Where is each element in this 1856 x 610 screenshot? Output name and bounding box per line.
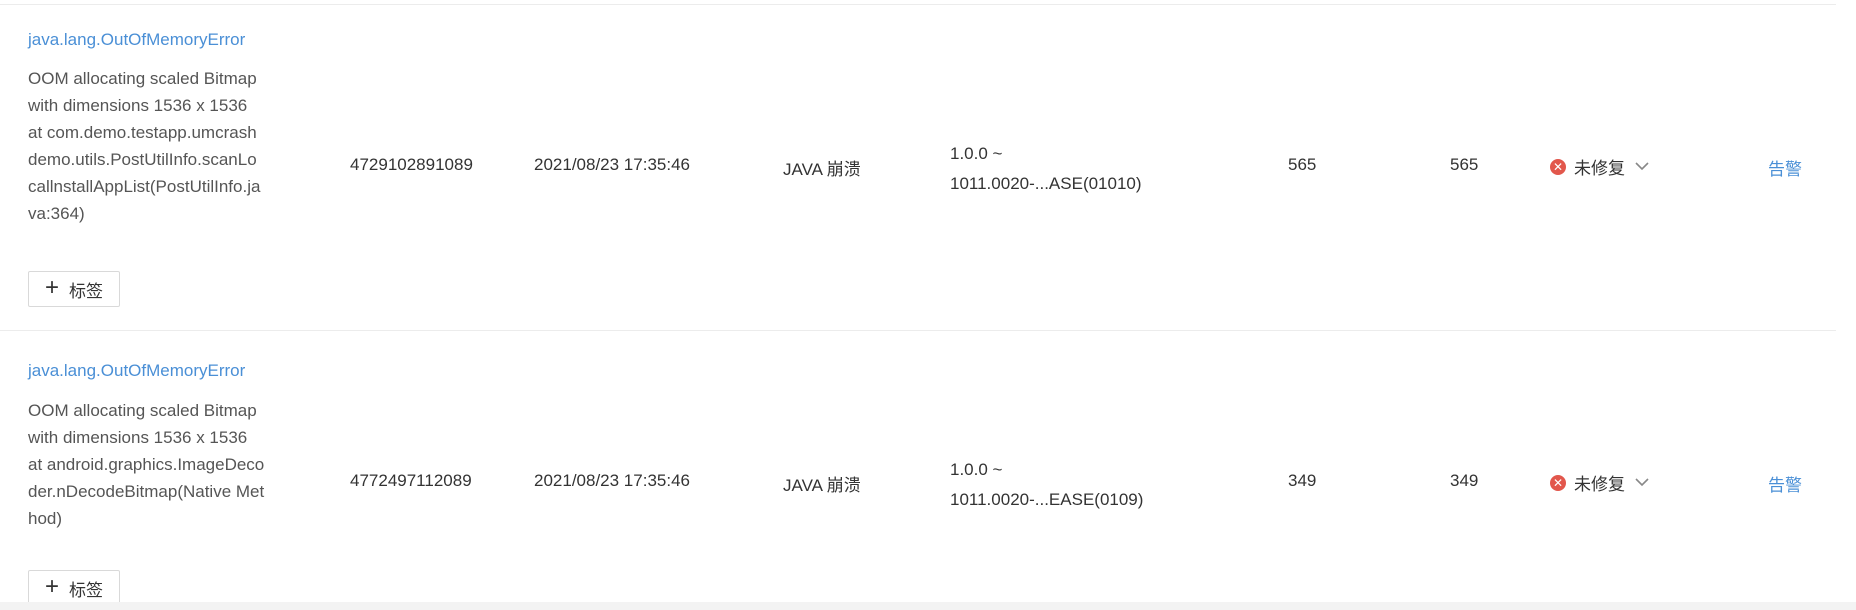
status-label: 未修复 — [1574, 159, 1625, 178]
plus-icon: + — [44, 573, 59, 600]
error-type-link[interactable]: java.lang.OutOfMemoryError — [28, 361, 245, 381]
error-message: OOM allocating scaled Bitmap with dimens… — [28, 401, 265, 528]
crash-type: JAVA 崩溃 — [783, 476, 861, 495]
plus-icon: + — [44, 274, 59, 301]
error-type-link[interactable]: java.lang.OutOfMemoryError — [28, 30, 245, 50]
alert-link[interactable]: 告警 — [1768, 155, 1802, 180]
status-label: 未修复 — [1574, 475, 1625, 494]
affected-users-count: 349 — [1450, 471, 1479, 490]
tag-button-label: 标签 — [69, 281, 103, 301]
add-tag-button[interactable]: + 标签 — [28, 570, 120, 606]
error-message: OOM allocating scaled Bitmap with dimens… — [28, 69, 261, 223]
affected-users-count: 565 — [1450, 155, 1479, 174]
issue-id: 4729102891089 — [350, 155, 473, 174]
tag-button-label: 标签 — [69, 580, 103, 600]
occurrence-count: 565 — [1288, 155, 1317, 174]
chevron-down-icon — [1633, 158, 1651, 176]
add-tag-button[interactable]: + 标签 — [28, 271, 120, 307]
crash-type: JAVA 崩溃 — [783, 160, 861, 179]
close-circle-icon: ✕ — [1550, 158, 1566, 175]
alert-link[interactable]: 告警 — [1768, 471, 1802, 496]
table-row: java.lang.OutOfMemoryError OOM allocatin… — [0, 5, 1836, 331]
issue-id: 4772497112089 — [350, 471, 472, 490]
table-row: java.lang.OutOfMemoryError OOM allocatin… — [0, 331, 1836, 610]
version-range: 1.0.0 ~ 1011.0020-...EASE(0109) — [950, 460, 1144, 509]
occurrence-count: 349 — [1288, 471, 1317, 490]
occurred-time: 2021/08/23 17:35:46 — [534, 155, 690, 174]
occurred-time: 2021/08/23 17:35:46 — [534, 471, 690, 490]
status-dropdown[interactable]: ✕ 未修复 — [1550, 470, 1651, 495]
version-range: 1.0.0 ~ 1011.0020-...ASE(01010) — [950, 144, 1142, 193]
status-dropdown[interactable]: ✕ 未修复 — [1550, 154, 1651, 179]
next-row-peek — [0, 602, 1856, 610]
close-circle-icon: ✕ — [1550, 474, 1566, 491]
chevron-down-icon — [1633, 474, 1651, 492]
crash-list-table: java.lang.OutOfMemoryError OOM allocatin… — [0, 0, 1856, 610]
